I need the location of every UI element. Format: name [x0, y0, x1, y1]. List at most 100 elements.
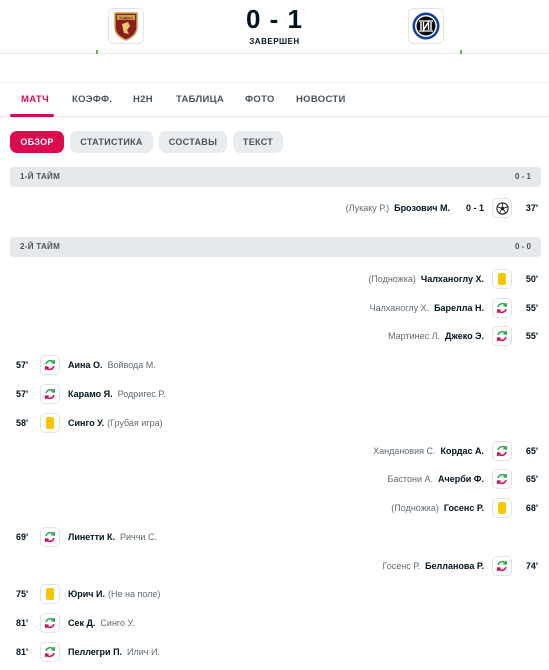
event-goal: 37' 0 - 1 Брозович М. (Лукаку Р.) [346, 198, 538, 218]
event-player-out[interactable]: Войвода М. [107, 360, 155, 370]
event-player-in[interactable]: Барелла Н. [434, 303, 484, 313]
substitution-icon [40, 642, 60, 662]
section-title: 1-Й ТАЙМ [20, 172, 61, 181]
event-player[interactable]: Чалханоглу Х. [421, 274, 484, 284]
tab-news[interactable]: НОВОСТИ [296, 94, 346, 105]
event-player-in[interactable]: Аина О. [68, 360, 102, 370]
event-substitution: 65' Ачерби Ф. Бастони А. [388, 469, 538, 489]
event-minute: 65' [525, 446, 538, 456]
indicator-dot [96, 50, 98, 54]
inter-crest-icon [412, 12, 440, 40]
event-substitution: 65' Кордас А. Хандановия С. [373, 441, 538, 461]
substitution-icon [40, 384, 60, 404]
event-player-out[interactable]: Бастони А. [388, 474, 433, 484]
substitution-icon [492, 469, 512, 489]
match-header: TORINO 0 - 1 ЗАВЕРШЕН [0, 0, 549, 54]
event-minute: 69' [16, 532, 29, 542]
event-minute: 57' [16, 360, 29, 370]
event-player[interactable]: Юрич И. [68, 589, 105, 599]
section-score: 0 - 0 [514, 242, 531, 251]
event-minute: 68' [525, 503, 538, 513]
event-player-out[interactable]: Родригес Р. [118, 389, 166, 399]
event-yellow-card: 68' Госенс Р. (Подножка) [391, 498, 538, 518]
tab-table[interactable]: ТАБЛИЦА [176, 94, 224, 105]
substitution-icon [40, 527, 60, 547]
active-tab-indicator [10, 114, 54, 117]
subtab-commentary[interactable]: ТЕКСТ [233, 131, 283, 153]
event-player-out[interactable]: Чалханоглу Х. [370, 303, 429, 313]
event-player-in[interactable]: Ачерби Ф. [438, 474, 484, 484]
section-second-half: 2-Й ТАЙМ 0 - 0 [10, 237, 541, 257]
match-status: ЗАВЕРШЕН [249, 37, 300, 46]
event-player-out[interactable]: Синго У. [100, 618, 134, 628]
event-substitution: 55' Джеко Э. Мартинес Л. [388, 326, 538, 346]
event-player-out[interactable]: Госенс Р. [383, 561, 421, 571]
subtab-lineups[interactable]: СОСТАВЫ [159, 131, 227, 153]
match-score: 0 - 1 [245, 4, 304, 34]
substitution-icon [492, 326, 512, 346]
yellow-card-icon [492, 269, 512, 289]
event-assist[interactable]: (Лукаку Р.) [346, 203, 389, 213]
match-tabs: МАТЧ КОЭФФ. H2H ТАБЛИЦА ФОТО НОВОСТИ [0, 82, 549, 117]
event-minute: 58' [16, 418, 29, 428]
event-minute: 37' [525, 203, 538, 213]
event-substitution: 74' Белланова Р. Госенс Р. [383, 556, 538, 576]
subtab-statistics[interactable]: СТАТИСТИКА [70, 131, 153, 153]
tab-photo[interactable]: ФОТО [245, 94, 275, 105]
substitution-icon [492, 556, 512, 576]
event-minute: 65' [525, 474, 538, 484]
event-minute: 81' [16, 618, 29, 628]
event-reason: (Подножка) [368, 274, 416, 284]
goal-icon [492, 198, 512, 218]
substitution-icon [40, 355, 60, 375]
event-reason: (Не на поле) [108, 589, 161, 599]
event-player[interactable]: Брозович М. [394, 203, 450, 213]
event-substitution: 57' Аина О. Войвода М. [16, 355, 156, 375]
subtab-summary[interactable]: ОБЗОР [10, 131, 64, 153]
event-player-in[interactable]: Кордас А. [441, 446, 485, 456]
yellow-card-icon [40, 413, 60, 433]
yellow-card-icon [492, 498, 512, 518]
tab-h2h[interactable]: H2H [133, 94, 153, 105]
event-yellow-card: 75' Юрич И. (Не на поле) [16, 584, 160, 604]
event-player-out[interactable]: Мартинес Л. [388, 331, 440, 341]
event-player-out[interactable]: Хандановия С. [373, 446, 435, 456]
yellow-card-icon [40, 584, 60, 604]
indicator-dot [460, 50, 462, 54]
tab-match[interactable]: МАТЧ [21, 94, 49, 105]
event-substitution: 81' Сек Д. Синго У. [16, 613, 135, 633]
goal-score: 0 - 1 [465, 203, 484, 213]
event-substitution: 81' Пеллегри П. Илич И. [16, 642, 160, 662]
substitution-icon [492, 441, 512, 461]
event-minute: 57' [16, 389, 29, 399]
event-substitution: 69' Линетти К. Риччи С. [16, 527, 157, 547]
event-player-in[interactable]: Белланова Р. [425, 561, 484, 571]
event-minute: 55' [525, 331, 538, 341]
event-player[interactable]: Госенс Р. [444, 503, 484, 513]
section-first-half: 1-Й ТАЙМ 0 - 1 [10, 167, 541, 187]
event-substitution: 55' Барелла Н. Чалханоглу Х. [370, 298, 538, 318]
event-yellow-card: 58' Синго У. (Грубая игра) [16, 413, 163, 433]
event-player-out[interactable]: Илич И. [127, 647, 160, 657]
event-minute: 81' [16, 647, 29, 657]
event-reason: (Подножка) [391, 503, 439, 513]
event-player-in[interactable]: Джеко Э. [445, 331, 484, 341]
event-minute: 74' [525, 561, 538, 571]
event-yellow-card: 50' Чалханоглу Х. (Подножка) [368, 269, 538, 289]
event-player-in[interactable]: Линетти К. [68, 532, 115, 542]
event-player-in[interactable]: Сек Д. [68, 618, 95, 628]
event-player[interactable]: Синго У. [68, 418, 104, 428]
tab-odds[interactable]: КОЭФФ. [72, 94, 112, 105]
event-minute: 50' [525, 274, 538, 284]
event-reason: (Грубая игра) [107, 418, 163, 428]
away-team-logo[interactable] [408, 8, 444, 44]
section-title: 2-Й ТАЙМ [20, 242, 61, 251]
event-minute: 75' [16, 589, 29, 599]
section-score: 0 - 1 [514, 172, 531, 181]
event-substitution: 57' Карамо Я. Родригес Р. [16, 384, 165, 404]
substitution-icon [492, 298, 512, 318]
event-player-in[interactable]: Карамо Я. [68, 389, 113, 399]
event-minute: 55' [525, 303, 538, 313]
event-player-out[interactable]: Риччи С. [120, 532, 157, 542]
event-player-in[interactable]: Пеллегри П. [68, 647, 122, 657]
